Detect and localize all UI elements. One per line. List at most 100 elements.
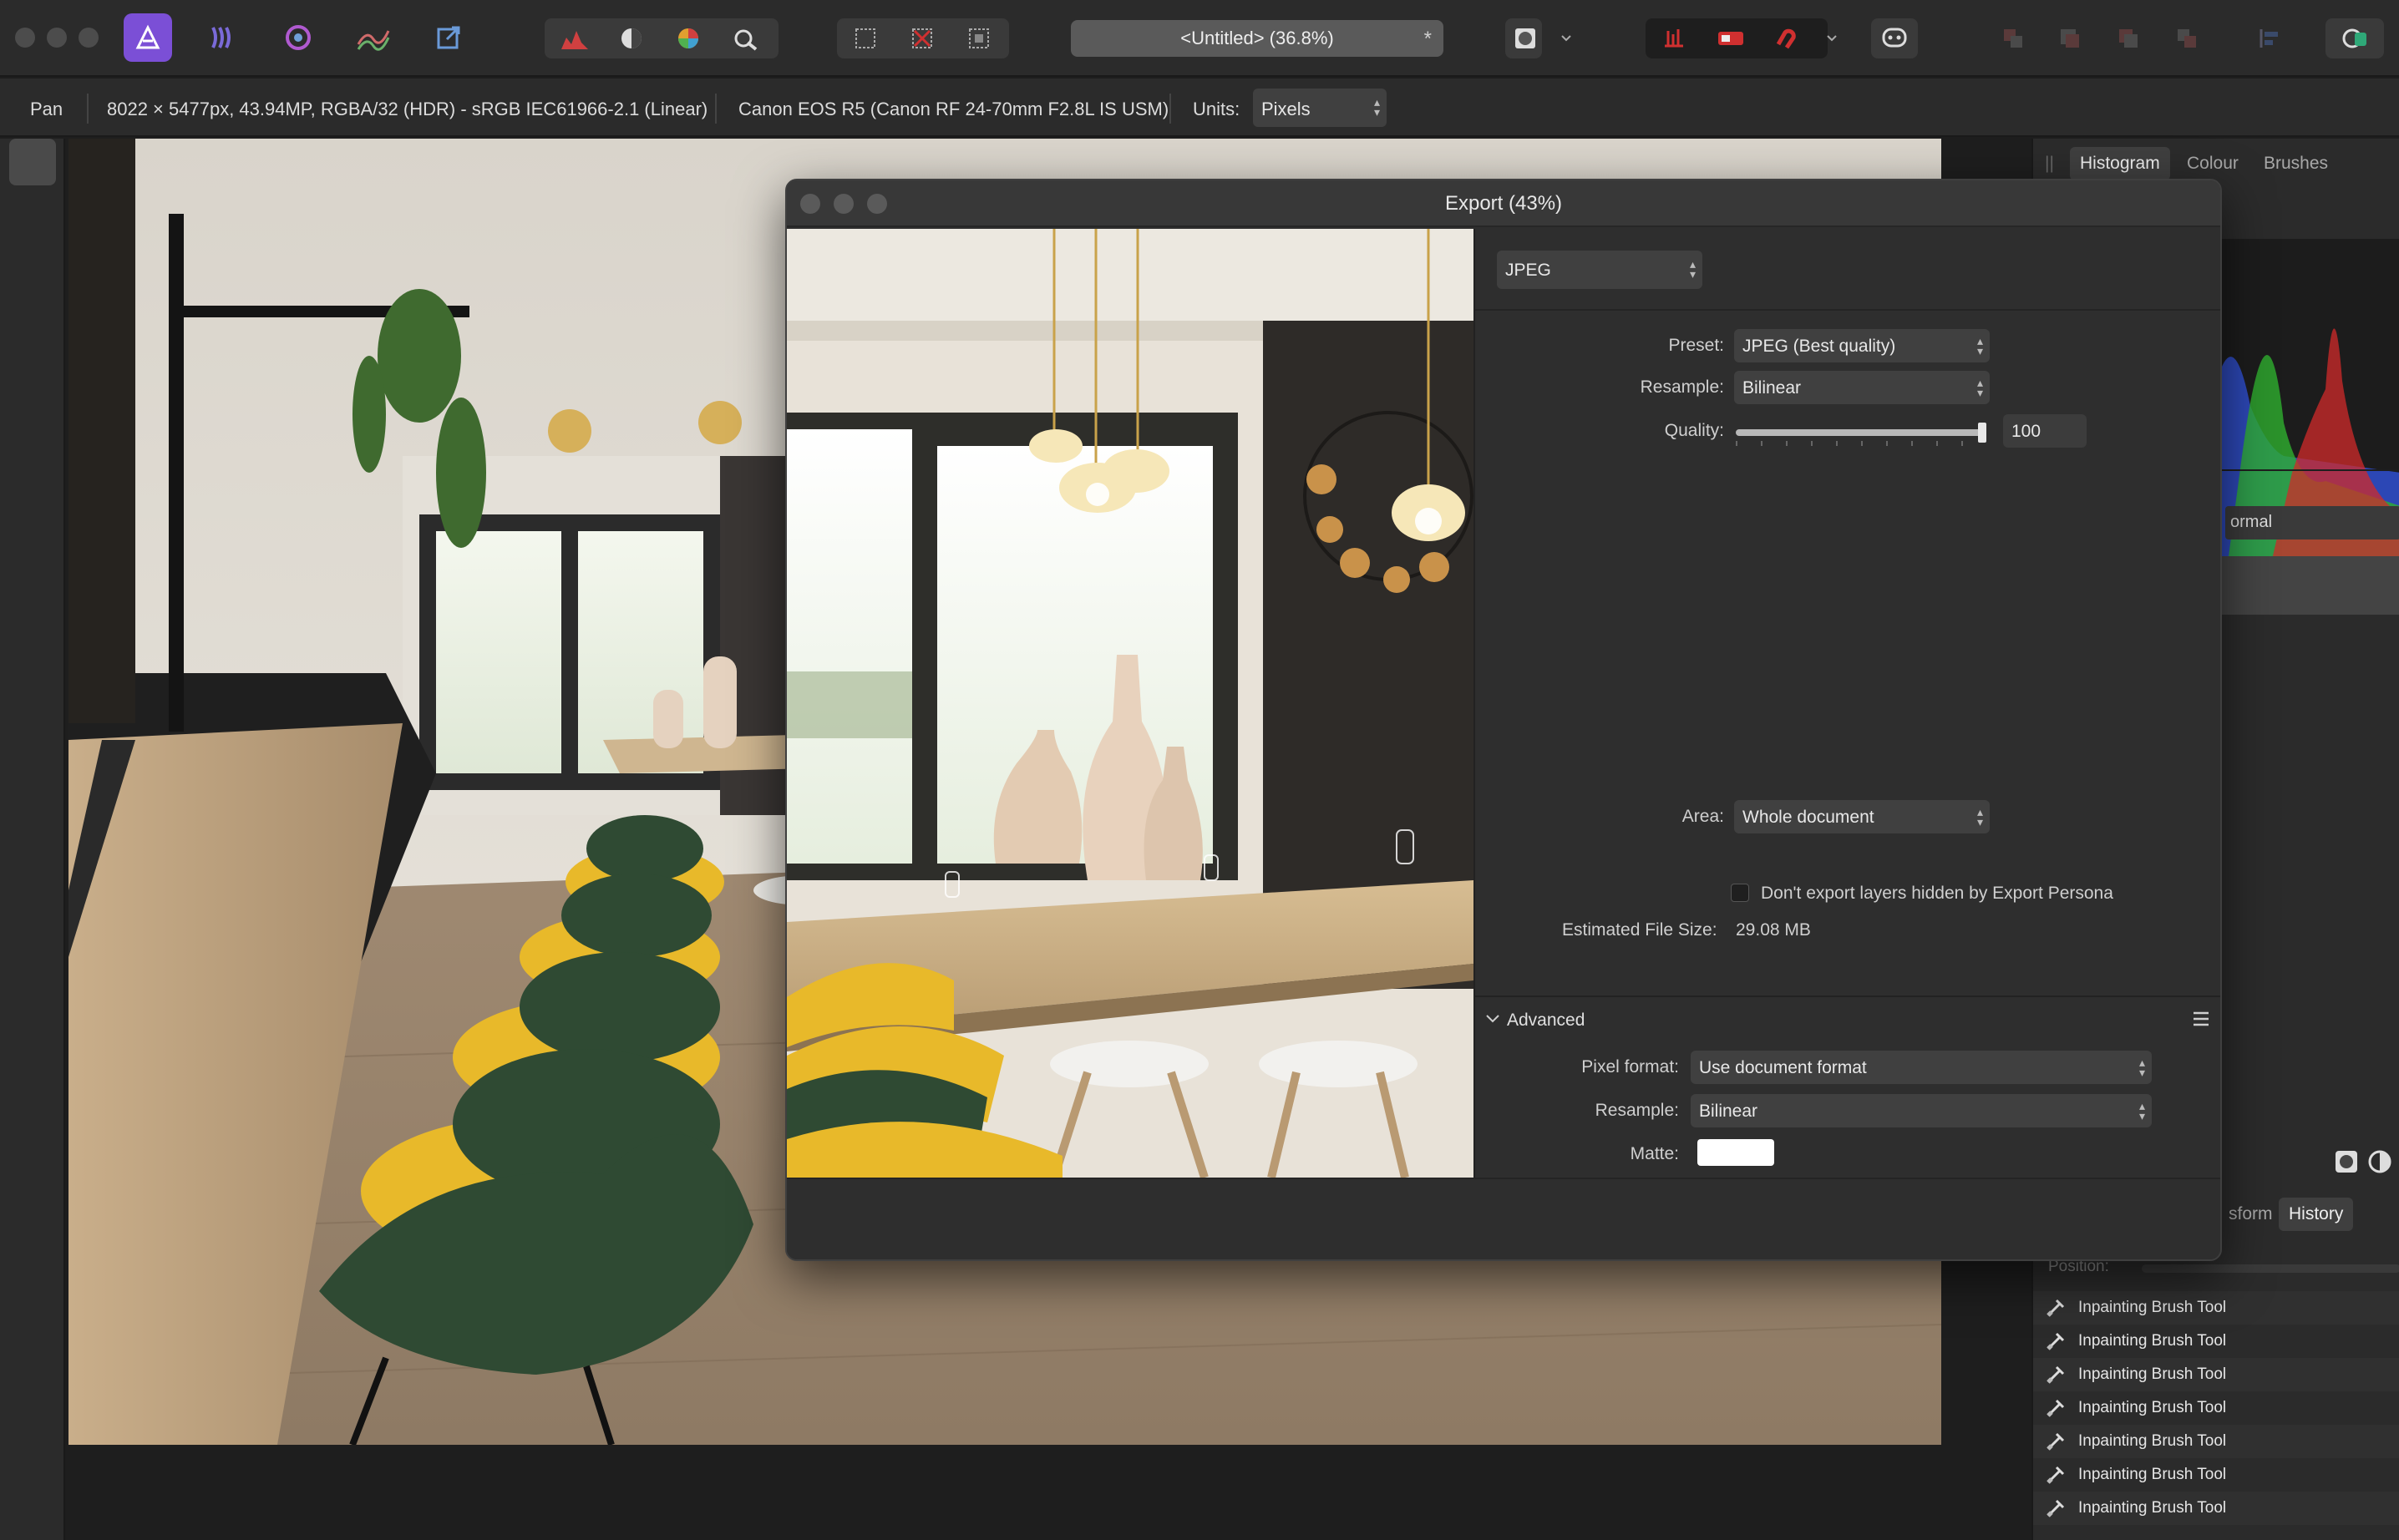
tone-mapping-persona-icon[interactable] [349, 13, 398, 62]
quality-slider[interactable] [1736, 423, 1986, 448]
auto-white-balance-icon[interactable] [722, 20, 768, 57]
hidden-layers-checkbox[interactable] [1731, 884, 1749, 902]
context-divider [1169, 94, 1171, 124]
export-settings-panel: JPEG ▴ ▾ Preset: JPEG (Best quality) ▴ ▾ R… [1473, 229, 2220, 1178]
quality-value: 100 [2011, 422, 2041, 441]
current-tool-name: Pan [30, 99, 63, 119]
tab-history[interactable]: History [2279, 1198, 2354, 1231]
export-preview-image [787, 229, 1473, 1178]
auto-colour-icon[interactable] [665, 20, 712, 57]
snapping-dropdown-icon[interactable] [1821, 20, 1843, 57]
matte-label: Matte: [1630, 1144, 1679, 1163]
arrange-front-icon[interactable] [2163, 20, 2210, 57]
area-label: Area: [1681, 807, 1724, 826]
hamburger-menu-icon[interactable] [2192, 1011, 2210, 1027]
inpainting-brush-icon [2047, 1399, 2065, 1417]
history-item[interactable]: Inpainting Brush Tool [2033, 1358, 2399, 1391]
quality-label: Quality: [1664, 421, 1724, 440]
estimated-size-value: 29.08 MB [1736, 920, 1811, 940]
arrange-back-icon[interactable] [1990, 20, 2036, 57]
invert-selection-icon[interactable] [956, 20, 1002, 57]
history-item[interactable]: Inpainting Brush Tool [2033, 1458, 2399, 1492]
panel-grip-icon[interactable]: || [2035, 147, 2064, 180]
tab-colour[interactable]: Colour [2177, 147, 2249, 180]
export-preview[interactable] [787, 229, 1473, 1178]
quick-mask-icon[interactable] [1509, 20, 1542, 57]
format-value: JPEG [1505, 261, 1551, 280]
advanced-section-header[interactable]: Advanced [1475, 995, 2220, 1042]
quick-mask-dropdown-icon[interactable] [1555, 20, 1577, 57]
position-slider[interactable] [2142, 1264, 2399, 1273]
deselect-icon[interactable] [899, 20, 946, 57]
context-toolbar: Pan 8022 × 5477px, 43.94MP, RGBA/32 (HDR… [0, 79, 2399, 137]
photo-persona-icon[interactable] [124, 13, 172, 62]
document-title-tab[interactable]: <Untitled> (36.8%) * [1071, 20, 1443, 57]
preset-value: JPEG (Best quality) [1742, 337, 1896, 356]
tab-histogram[interactable]: Histogram [2070, 147, 2170, 180]
matte-color-swatch[interactable] [1697, 1139, 1774, 1166]
layer-row[interactable] [2217, 556, 2399, 615]
preset-label: Preset: [1668, 336, 1724, 355]
window-zoom-button[interactable] [79, 28, 99, 48]
main-toolbar: <Untitled> (36.8%) * [0, 0, 2399, 77]
advanced-resample-select[interactable]: Bilinear ▴ ▾ [1691, 1094, 2152, 1127]
units-select[interactable]: Pixels ▴ ▾ [1253, 89, 1387, 127]
studio-toggle-icon[interactable] [2332, 20, 2379, 57]
tab-brushes[interactable]: Brushes [2254, 147, 2338, 180]
align-icon[interactable] [2247, 20, 2294, 57]
estimated-size-label: Estimated File Size: [1562, 920, 1717, 940]
updown-chevron-icon: ▴ ▾ [2138, 1099, 2145, 1122]
arrange-forward-icon[interactable] [2105, 20, 2152, 57]
inpainting-brush-icon [2047, 1432, 2065, 1451]
history-item[interactable]: Inpainting Brush Tool [2033, 1425, 2399, 1458]
select-all-icon[interactable] [842, 20, 889, 57]
adjustment-layer-icon[interactable] [2367, 1149, 2392, 1179]
assistant-icon[interactable] [1871, 20, 1918, 57]
quality-input[interactable]: 100 [2003, 414, 2087, 448]
pixel-format-value: Use document format [1699, 1058, 1867, 1077]
tab-transform[interactable]: sform [2219, 1198, 2283, 1231]
hidden-layers-label: Don't export layers hidden by Export Per… [1761, 884, 2113, 903]
history-item[interactable]: Inpainting Brush Tool [2033, 1291, 2399, 1325]
updown-chevron-icon: ▴ ▾ [1689, 257, 1696, 281]
format-select[interactable]: JPEG ▴ ▾ [1497, 251, 1702, 289]
advanced-title: Advanced [1507, 1011, 1585, 1030]
chevron-down-icon [1486, 1015, 1499, 1023]
arrange-backward-icon[interactable] [2047, 20, 2093, 57]
auto-contrast-icon[interactable] [608, 20, 655, 57]
document-modified-marker: * [1423, 28, 1432, 50]
inpainting-brush-icon [2047, 1365, 2065, 1384]
levels-icon[interactable] [551, 20, 598, 57]
export-persona-icon[interactable] [424, 13, 473, 62]
context-divider [87, 94, 89, 124]
mask-layer-icon[interactable] [2334, 1149, 2359, 1179]
export-dialog: Export (43%) JPEG ▴ ▾ Preset: JPEG (Best… [785, 179, 2222, 1261]
snapping-icon[interactable] [1651, 20, 1697, 57]
updown-chevron-icon: ▴ ▾ [1373, 95, 1380, 119]
window-minimize-button[interactable] [47, 28, 67, 48]
quality-slider-thumb[interactable] [1978, 423, 1986, 443]
history-item[interactable]: Inpainting Brush Tool [2033, 1492, 2399, 1525]
pan-tool-icon[interactable] [9, 139, 56, 185]
inpainting-brush-icon [2047, 1499, 2065, 1517]
blend-mode-select[interactable]: ormal [2225, 506, 2399, 540]
history-item[interactable]: Inpainting Brush Tool [2033, 1325, 2399, 1358]
preset-select[interactable]: JPEG (Best quality) ▴ ▾ [1734, 329, 1990, 362]
area-select[interactable]: Whole document ▴ ▾ [1734, 800, 1990, 833]
force-pixel-alignment-icon[interactable] [1707, 20, 1754, 57]
resample-select[interactable]: Bilinear ▴ ▾ [1734, 371, 1990, 404]
dialog-titlebar: Export (43%) [787, 180, 2220, 227]
magnet-icon[interactable] [1762, 20, 1809, 57]
liquify-persona-icon[interactable] [199, 13, 247, 62]
quality-slider-ticks [1736, 441, 1986, 446]
dialog-title: Export (43%) [1444, 192, 1563, 215]
area-value: Whole document [1742, 808, 1874, 827]
develop-persona-icon[interactable] [274, 13, 322, 62]
inpainting-brush-icon [2047, 1299, 2065, 1317]
history-list: Inpainting Brush Tool Inpainting Brush T… [2033, 1291, 2399, 1525]
pixel-format-select[interactable]: Use document format ▴ ▾ [1691, 1051, 2152, 1084]
window-close-button[interactable] [15, 28, 35, 48]
units-label: Units: [1193, 99, 1240, 119]
history-item[interactable]: Inpainting Brush Tool [2033, 1391, 2399, 1425]
updown-chevron-icon: ▴ ▾ [1976, 376, 1983, 399]
